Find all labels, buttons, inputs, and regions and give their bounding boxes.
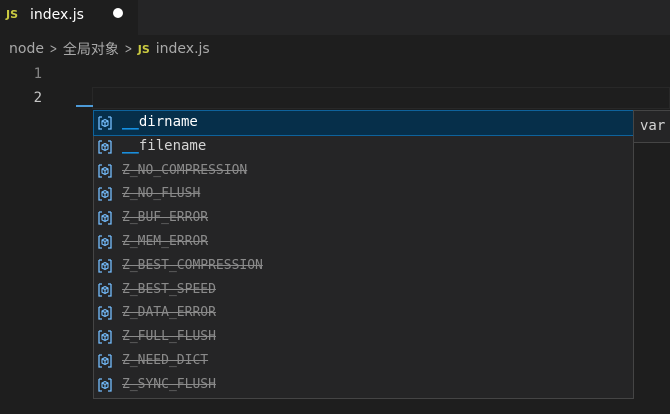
- suggest-item[interactable]: Z_SYNC_FLUSH: [94, 373, 633, 397]
- line-number-active: 2: [33, 90, 42, 106]
- chevron-right-icon: >: [124, 41, 133, 57]
- match-highlight: __: [122, 114, 139, 130]
- suggest-item[interactable]: Z_FULL_FLUSH: [94, 325, 633, 349]
- breadcrumb-item-global-objects[interactable]: 全局对象: [63, 39, 119, 59]
- match-highlight: __: [122, 137, 139, 154]
- current-line-highlight: [92, 87, 670, 109]
- editor-window: JS index.js node > 全局对象 > JS index.js 1 …: [0, 0, 670, 414]
- suggest-item-label: Z_NO_COMPRESSION: [122, 162, 248, 178]
- variable-icon: [98, 306, 112, 321]
- suggest-item-label: Z_NEED_DICT: [122, 353, 209, 368]
- suggest-item[interactable]: Z_DATA_ERROR: [94, 301, 633, 325]
- suggest-item-label: Z_FULL_FLUSH: [122, 329, 216, 345]
- tab-bar: JS index.js: [0, 0, 670, 35]
- variable-icon: [98, 354, 112, 368]
- suggest-item-label: Z_BEST_COMPRESSION: [122, 257, 263, 273]
- details-type-text: var: [640, 118, 666, 134]
- line-number: 1: [33, 66, 42, 82]
- suggest-item-label: Z_SYNC_FLUSH: [122, 376, 216, 392]
- chevron-right-icon: >: [49, 41, 58, 57]
- suggest-item[interactable]: Z_NO_FLUSH: [94, 182, 633, 206]
- suggest-item[interactable]: Z_MEM_ERROR: [94, 230, 633, 254]
- suggest-details-panel: var: [633, 110, 670, 143]
- suggest-item[interactable]: Z_BEST_SPEED: [94, 278, 633, 302]
- js-file-icon: JS: [6, 8, 19, 21]
- suggest-item[interactable]: Z_NEED_DICT: [94, 349, 633, 373]
- breadcrumb: node > 全局对象 > JS index.js: [0, 35, 670, 63]
- variable-icon: [98, 211, 112, 225]
- variable-icon: [98, 330, 112, 344]
- label-rest: filename: [138, 137, 207, 154]
- variable-icon: [98, 259, 112, 273]
- variable-icon: [98, 116, 112, 130]
- breadcrumb-item-node[interactable]: node: [9, 41, 44, 57]
- suggest-item-label: Z_BUF_ERROR: [122, 210, 209, 226]
- suggest-item-label: Z_DATA_ERROR: [122, 305, 216, 321]
- typed-text-underscore: [76, 105, 93, 107]
- variable-icon: [98, 140, 112, 154]
- suggest-item-label: __dirname: [122, 114, 198, 130]
- breadcrumb-item-file[interactable]: index.js: [156, 41, 210, 57]
- suggest-item-label: Z_MEM_ERROR: [122, 234, 209, 249]
- variable-icon: [98, 163, 112, 178]
- unsaved-dot-icon[interactable]: [113, 8, 123, 18]
- variable-icon: [98, 235, 112, 249]
- suggest-item[interactable]: Z_BEST_COMPRESSION: [94, 254, 633, 278]
- tab-index-js[interactable]: JS index.js: [0, 0, 138, 35]
- suggest-item[interactable]: __filename: [94, 135, 633, 159]
- suggest-widget[interactable]: __dirname __filename Z_NO_COMPRESSION Z_NO_…: [93, 110, 634, 399]
- tab-label: index.js: [30, 7, 84, 23]
- suggest-item[interactable]: __dirname: [93, 110, 634, 136]
- suggest-item-label: __filename: [122, 138, 206, 154]
- suggest-item[interactable]: Z_NO_COMPRESSION: [94, 159, 633, 183]
- suggest-item[interactable]: Z_BUF_ERROR: [94, 206, 633, 230]
- variable-icon: [98, 187, 112, 202]
- variable-icon: [98, 282, 112, 297]
- suggest-item-label: Z_NO_FLUSH: [122, 186, 201, 202]
- suggest-item-label: Z_BEST_SPEED: [122, 281, 216, 297]
- variable-icon: [98, 378, 112, 392]
- js-file-icon: JS: [137, 42, 150, 56]
- label-rest: dirname: [138, 114, 198, 130]
